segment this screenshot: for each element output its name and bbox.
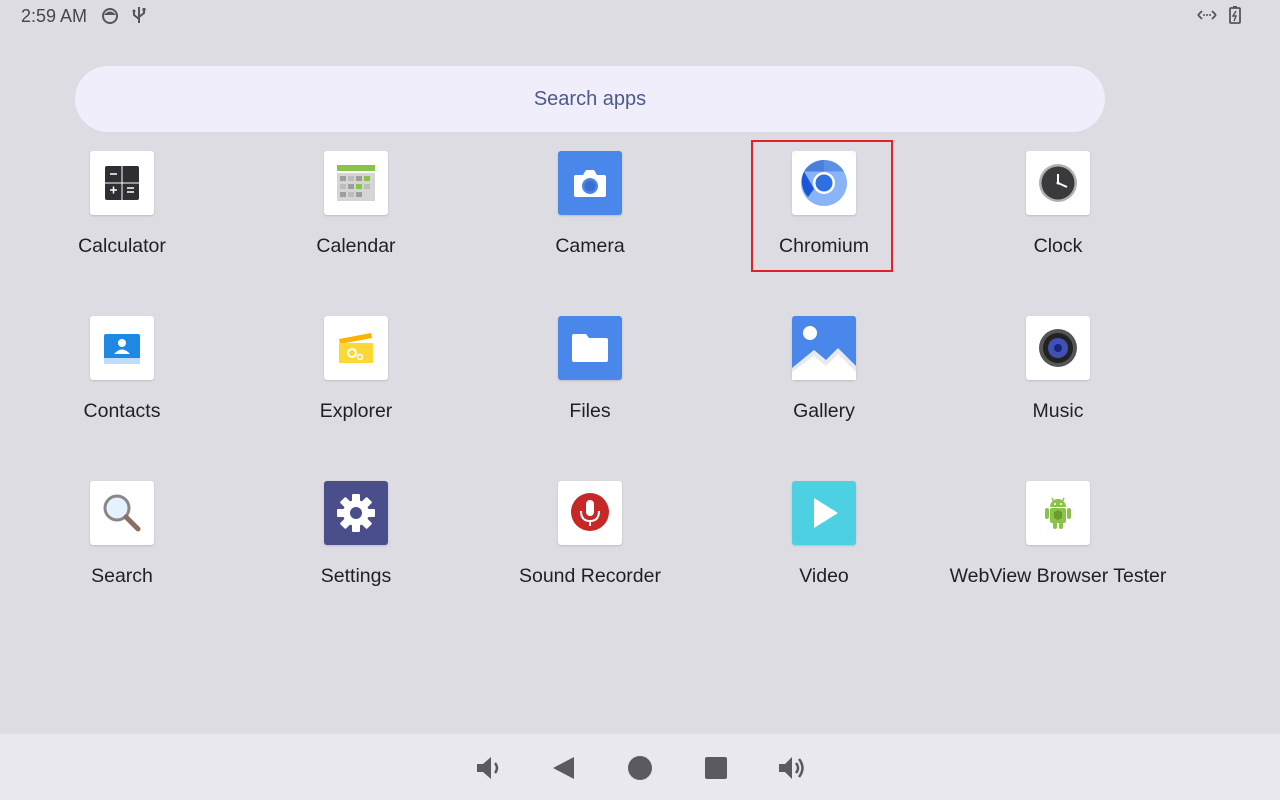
navigation-bar	[0, 734, 1280, 800]
app-label: Settings	[320, 565, 392, 587]
app-label: Calculator	[78, 235, 166, 257]
app-label: Search	[91, 565, 153, 587]
app-label: WebView Browser Tester	[949, 565, 1167, 587]
app-label: Gallery	[793, 400, 855, 422]
status-bar: 2:59 AM	[0, 0, 1280, 32]
data-transfer-icon	[1196, 5, 1218, 30]
usb-icon	[130, 5, 148, 30]
app-clock[interactable]: Clock	[941, 151, 1175, 281]
app-label: Sound Recorder	[518, 565, 661, 587]
app-webview-browser-tester[interactable]: WebView Browser Tester	[941, 481, 1175, 611]
recents-icon[interactable]	[700, 752, 732, 784]
magnifier-icon	[90, 481, 154, 545]
app-chromium[interactable]: Chromium	[707, 151, 941, 281]
microphone-icon	[558, 481, 622, 545]
back-icon[interactable]	[548, 752, 580, 784]
search-apps-bar[interactable]: Search apps	[75, 66, 1105, 132]
settings-gear-icon	[324, 481, 388, 545]
clock-icon	[1026, 151, 1090, 215]
app-files[interactable]: Files	[473, 316, 707, 446]
app-calculator[interactable]: Calculator	[5, 151, 239, 281]
calculator-icon	[90, 151, 154, 215]
battery-charging-icon	[1228, 5, 1242, 30]
app-label: Clock	[1033, 235, 1083, 257]
volume-down-icon[interactable]	[473, 752, 505, 784]
search-placeholder: Search apps	[533, 88, 647, 110]
app-music[interactable]: Music	[941, 316, 1175, 446]
app-sound-recorder[interactable]: Sound Recorder	[473, 481, 707, 611]
app-label: Explorer	[319, 400, 393, 422]
calendar-icon	[324, 151, 388, 215]
app-explorer[interactable]: Explorer	[239, 316, 473, 446]
contacts-icon	[90, 316, 154, 380]
android-face-icon	[100, 5, 120, 30]
camera-icon	[558, 151, 622, 215]
music-icon	[1026, 316, 1090, 380]
explorer-icon	[324, 316, 388, 380]
app-label: Chromium	[779, 235, 869, 257]
volume-up-icon[interactable]	[776, 752, 808, 784]
android-robot-icon	[1026, 481, 1090, 545]
app-search[interactable]: Search	[5, 481, 239, 611]
app-settings[interactable]: Settings	[239, 481, 473, 611]
app-calendar[interactable]: Calendar	[239, 151, 473, 281]
app-label: Video	[799, 565, 849, 587]
files-icon	[558, 316, 622, 380]
play-icon	[792, 481, 856, 545]
home-icon[interactable]	[624, 752, 656, 784]
chromium-icon	[792, 151, 856, 215]
status-time: 2:59 AM	[21, 6, 88, 26]
app-gallery[interactable]: Gallery	[707, 316, 941, 446]
app-label: Files	[569, 400, 611, 422]
app-label: Contacts	[83, 400, 161, 422]
app-label: Music	[1032, 400, 1084, 422]
app-label: Calendar	[316, 235, 396, 257]
app-label: Camera	[555, 235, 625, 257]
app-camera[interactable]: Camera	[473, 151, 707, 281]
app-video[interactable]: Video	[707, 481, 941, 611]
app-contacts[interactable]: Contacts	[5, 316, 239, 446]
gallery-icon	[792, 316, 856, 380]
